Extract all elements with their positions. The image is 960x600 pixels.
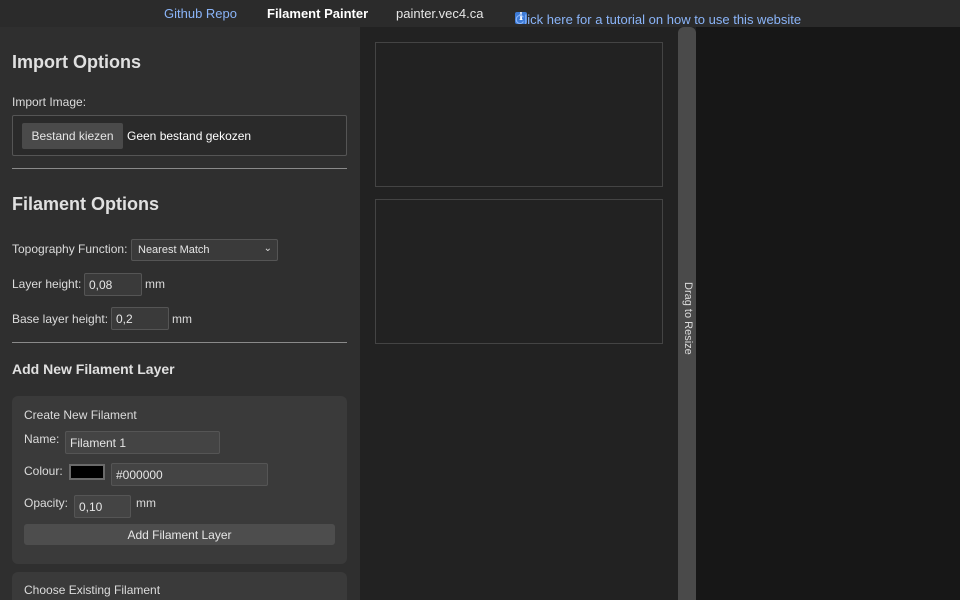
topography-function-select[interactable]: Nearest Match ⌄ <box>131 239 278 261</box>
layer-height-input[interactable] <box>84 273 142 296</box>
filament-colour-label: Colour: <box>24 464 63 478</box>
site-domain: painter.vec4.ca <box>396 6 484 21</box>
colour-picker-swatch[interactable] <box>69 464 105 480</box>
import-options-title: Import Options <box>12 52 141 72</box>
base-layer-height-input[interactable] <box>111 307 169 330</box>
colour-hex-input[interactable] <box>111 463 268 486</box>
file-status-text: Geen bestand gekozen <box>127 129 252 143</box>
filament-opacity-unit: mm <box>136 496 156 510</box>
choose-file-button[interactable]: Bestand kiezen <box>22 123 123 149</box>
drag-resize-label: Drag to Resize <box>682 282 694 355</box>
chevron-down-icon: ⌄ <box>263 243 272 254</box>
filament-name-label: Name: <box>24 432 60 446</box>
preview-area <box>360 27 678 600</box>
file-input-container: Bestand kiezen Geen bestand gekozen <box>12 115 347 156</box>
canvas-area <box>696 27 960 600</box>
image-preview-bottom <box>375 199 663 344</box>
drag-resize-handle[interactable]: Drag to Resize <box>678 27 696 600</box>
filament-opacity-input[interactable] <box>74 495 131 518</box>
topography-function-label: Topography Function: <box>12 242 128 256</box>
filament-opacity-label: Opacity: <box>24 496 69 510</box>
topography-function-value: Nearest Match <box>138 244 210 256</box>
tutorial-link-label: Click here for a tutorial on how to use … <box>515 12 802 27</box>
top-nav-bar: Github Repo Filament Painter painter.vec… <box>0 0 960 27</box>
filament-options-title: Filament Options <box>12 194 160 214</box>
base-layer-height-unit: mm <box>172 312 192 326</box>
layer-height-label: Layer height: <box>12 277 82 291</box>
existing-filament-card: Choose Existing Filament <box>12 572 347 600</box>
add-filament-layer-button[interactable]: Add Filament Layer <box>24 524 335 545</box>
section-divider <box>12 342 347 343</box>
options-sidebar: Import Options Import Image: Bestand kie… <box>0 27 360 600</box>
image-preview-top <box>375 42 663 187</box>
github-repo-link[interactable]: Github Repo <box>164 6 237 21</box>
base-layer-height-label: Base layer height: <box>12 312 109 326</box>
section-divider <box>12 168 347 169</box>
create-filament-card: Create New Filament Name: Colour: Opacit… <box>12 396 347 564</box>
import-image-label: Import Image: <box>12 95 87 109</box>
filament-name-input[interactable] <box>65 431 220 454</box>
create-filament-title: Create New Filament <box>24 408 137 422</box>
add-filament-layer-title: Add New Filament Layer <box>12 361 175 377</box>
site-title: Filament Painter <box>267 6 369 21</box>
layer-height-unit: mm <box>145 277 165 291</box>
choose-existing-filament-title: Choose Existing Filament <box>24 583 161 597</box>
